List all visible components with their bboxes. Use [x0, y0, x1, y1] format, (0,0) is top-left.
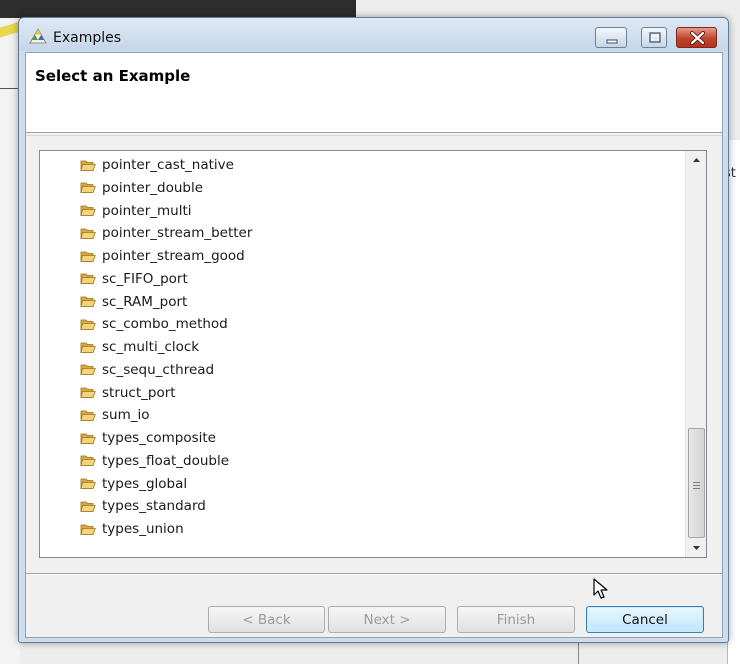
tree-item[interactable]: sum_io [80, 405, 480, 425]
scroll-thumb[interactable] [688, 428, 705, 538]
tree-item[interactable]: types_float_double [80, 451, 480, 471]
close-button[interactable] [676, 27, 717, 48]
mouse-cursor-icon [593, 578, 608, 599]
tree-item[interactable]: pointer_multi [80, 201, 480, 221]
folder-open-icon [80, 319, 96, 330]
close-icon [690, 31, 705, 45]
scroll-grip-line [693, 482, 700, 483]
tree-item[interactable]: sc_RAM_port [80, 292, 480, 312]
tree-item[interactable]: types_union [80, 519, 480, 539]
maximize-button[interactable] [641, 27, 667, 48]
folder-open-icon [80, 364, 96, 376]
tree-item[interactable]: sc_combo_method [80, 314, 480, 334]
tree-item-label: types_union [102, 521, 184, 537]
tree-item-label: pointer_multi [102, 202, 192, 219]
tree-item[interactable]: pointer_stream_better [80, 223, 480, 243]
dialog-content: Select an Example pointer_cast_native poi… [25, 52, 723, 638]
tree-item[interactable]: pointer_cast_native [80, 155, 480, 175]
tree-item-label: sc_FIFO_port [102, 270, 188, 287]
minimize-button[interactable] [595, 27, 627, 48]
background-window-top [0, 0, 356, 18]
tree-item-label: pointer_stream_better [102, 225, 253, 242]
tree-item[interactable]: struct_port [80, 383, 480, 403]
folder-open-icon [80, 455, 96, 467]
vertical-scrollbar[interactable] [685, 151, 706, 557]
folder-open-icon [80, 387, 96, 398]
header-divider [26, 135, 722, 136]
button-bar-divider [26, 573, 722, 575]
scroll-up-button[interactable] [686, 151, 707, 168]
tree-item-label: sc_RAM_port [102, 293, 188, 310]
tree-item-label: pointer_cast_native [102, 157, 234, 173]
back-button[interactable]: < Back [208, 606, 325, 633]
tree-item[interactable]: sc_FIFO_port [80, 269, 480, 289]
folder-open-icon [80, 433, 96, 444]
tree-item[interactable]: types_standard [80, 496, 480, 516]
finish-button[interactable]: Finish [457, 606, 575, 633]
window-title: Examples [53, 30, 122, 46]
scroll-down-button[interactable] [686, 540, 707, 557]
tree-item-label: struct_port [102, 384, 176, 401]
tree-item-label: pointer_stream_good [102, 248, 245, 264]
tree-items: pointer_cast_native pointer_doublepointer… [40, 151, 685, 557]
folder-open-icon [80, 251, 96, 262]
background-divider [0, 88, 20, 89]
folder-open-icon [80, 160, 96, 171]
tree-item-label: pointer_double [102, 179, 204, 196]
folder-open-icon [80, 273, 96, 285]
scroll-grip-line [693, 485, 700, 486]
tree-item-label: types_composite [102, 430, 216, 446]
folder-open-icon [80, 410, 96, 421]
scroll-up-icon [693, 158, 700, 162]
maximize-icon [649, 32, 661, 43]
folder-open-icon [80, 228, 96, 239]
tree-item[interactable]: types_composite [80, 428, 480, 448]
tree-item[interactable]: types_global [80, 474, 480, 494]
folder-open-icon [80, 182, 96, 194]
folder-open-icon [80, 478, 96, 489]
folder-open-icon [80, 524, 96, 535]
header-panel: Select an Example [26, 53, 722, 133]
background-divider-bottom [578, 642, 579, 664]
page-title: Select an Example [35, 67, 191, 85]
tree-item[interactable]: pointer_double [80, 178, 480, 198]
minimize-icon [606, 39, 618, 44]
folder-open-icon [80, 296, 96, 307]
tree-item-label: sc_sequ_cthread [102, 361, 215, 378]
tree-item-label: sc_multi_clock [102, 339, 200, 355]
tree-item[interactable]: pointer_stream_good [80, 246, 480, 266]
folder-open-icon [80, 501, 96, 512]
folder-open-icon [80, 205, 96, 216]
tree-item-label: types_float_double [102, 452, 230, 469]
tree-item-label: types_standard [102, 498, 206, 515]
tree-item[interactable]: sc_sequ_cthread [80, 360, 480, 380]
tree-item-label: types_global [102, 475, 188, 492]
scroll-down-icon [693, 546, 700, 550]
title-bar[interactable]: Examples [19, 18, 728, 51]
tree-item-label: sum_io [102, 407, 150, 424]
tree-item[interactable]: sc_multi_clock [80, 337, 480, 357]
examples-tree[interactable]: pointer_cast_native pointer_doublepointer… [39, 150, 707, 558]
next-button[interactable]: Next > [328, 606, 446, 633]
scroll-grip-line [693, 488, 700, 489]
cancel-button[interactable]: Cancel [586, 606, 704, 633]
background-left-panel [0, 18, 20, 664]
app-logo-icon [29, 28, 47, 44]
tree-item-label: sc_combo_method [102, 316, 228, 333]
folder-open-icon [80, 342, 96, 353]
examples-dialog: Examples Select an Example pointer_cast_… [18, 17, 729, 643]
